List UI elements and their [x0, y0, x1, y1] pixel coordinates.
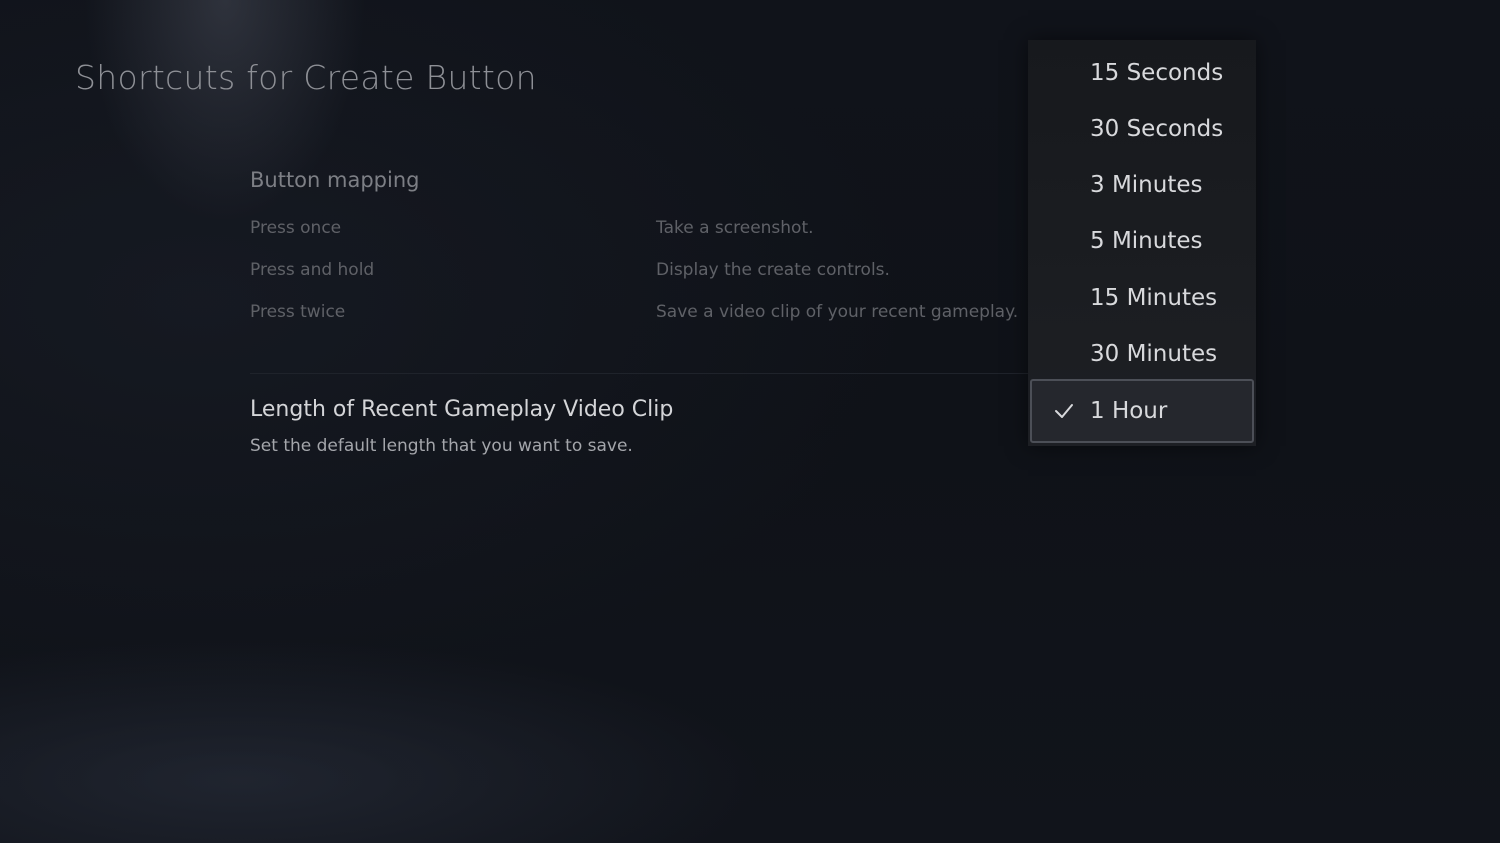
option-label: 30 Minutes — [1090, 341, 1218, 367]
clip-length-dropdown: 15 Seconds 30 Seconds 3 Minutes 5 Minute… — [1028, 40, 1256, 446]
clip-length-setting-description: Set the default length that you want to … — [250, 436, 633, 456]
button-mapping-heading: Button mapping — [250, 168, 420, 192]
mapping-row: Press and hold Display the create contro… — [250, 260, 1030, 286]
clip-length-setting-title[interactable]: Length of Recent Gameplay Video Clip — [250, 397, 673, 422]
dropdown-option-30-minutes[interactable]: 30 Minutes — [1028, 326, 1256, 382]
dropdown-option-15-minutes[interactable]: 15 Minutes — [1028, 270, 1256, 326]
mapping-result: Save a video clip of your recent gamepla… — [656, 302, 1019, 322]
section-divider — [250, 373, 1030, 374]
dropdown-option-15-seconds[interactable]: 15 Seconds — [1028, 45, 1256, 101]
dropdown-option-1-hour[interactable]: 1 Hour — [1030, 379, 1254, 443]
mapping-action: Press once — [250, 218, 342, 238]
mapping-row: Press once Take a screenshot. — [250, 218, 1030, 244]
dropdown-option-30-seconds[interactable]: 30 Seconds — [1028, 101, 1256, 157]
mapping-result: Take a screenshot. — [656, 218, 814, 238]
option-label: 1 Hour — [1090, 398, 1168, 424]
option-label: 5 Minutes — [1090, 228, 1203, 254]
check-icon — [1055, 404, 1073, 418]
dropdown-option-3-minutes[interactable]: 3 Minutes — [1028, 157, 1256, 213]
mapping-action: Press and hold — [250, 260, 375, 280]
page-title: Shortcuts for Create Button — [75, 58, 537, 97]
option-label: 30 Seconds — [1090, 116, 1224, 142]
mapping-action: Press twice — [250, 302, 346, 322]
mapping-row: Press twice Save a video clip of your re… — [250, 302, 1030, 328]
option-label: 15 Seconds — [1090, 60, 1224, 86]
settings-screen: Shortcuts for Create Button Button mappi… — [0, 0, 1500, 843]
mapping-result: Display the create controls. — [656, 260, 890, 280]
option-label: 15 Minutes — [1090, 285, 1218, 311]
option-label: 3 Minutes — [1090, 172, 1203, 198]
dropdown-option-5-minutes[interactable]: 5 Minutes — [1028, 213, 1256, 269]
